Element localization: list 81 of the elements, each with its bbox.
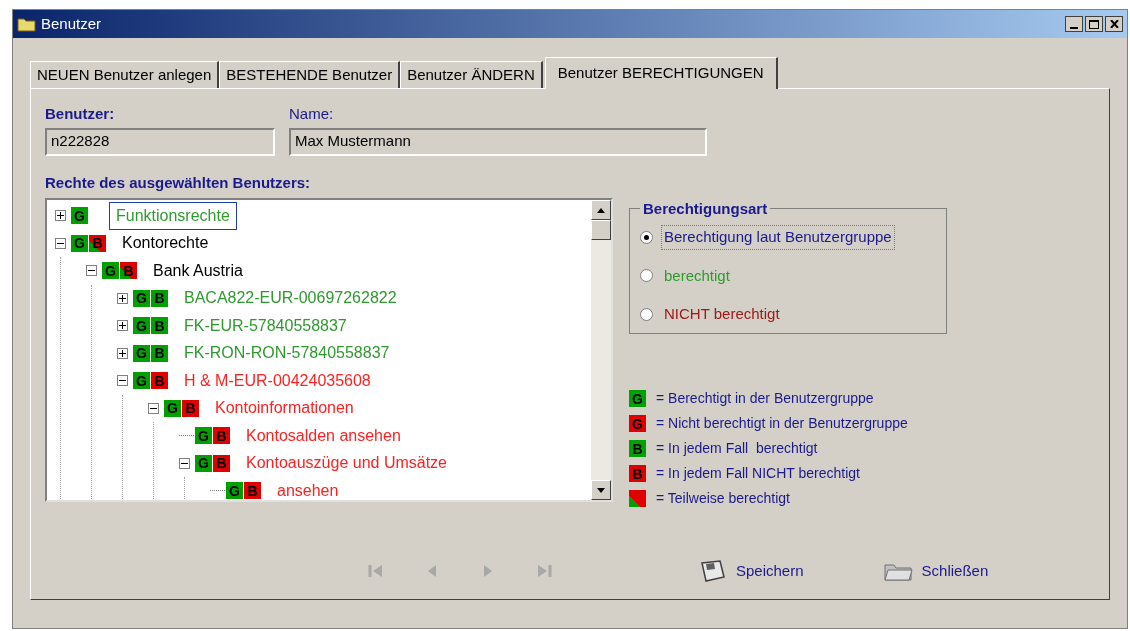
permission-badge: B	[151, 344, 168, 362]
collapse-icon[interactable]	[86, 265, 97, 277]
tab[interactable]: Benutzer BERECHTIGUNGEN	[544, 57, 778, 89]
permission-badge: B	[89, 234, 106, 252]
tree-item[interactable]: Kontoauszüge und Umsätze	[239, 449, 454, 478]
action-link[interactable]: Schließen	[921, 559, 989, 583]
legend-badge: G	[629, 415, 646, 432]
radio-label[interactable]: Berechtigung laut Benutzergruppe	[661, 225, 895, 250]
legend-text: = Teilweise berechtigt	[656, 489, 790, 508]
permission-badge: G	[226, 482, 243, 500]
permission-badge: G	[133, 289, 150, 307]
permission-badge: B	[120, 262, 137, 280]
legend-badge: G	[629, 390, 646, 407]
legend-badge: B	[629, 440, 646, 457]
radio-button[interactable]	[640, 307, 653, 321]
scroll-bar[interactable]	[591, 200, 611, 500]
legend-text: = Berechtigt in der Benutzergruppe	[656, 389, 874, 408]
permission-badge: G	[133, 372, 150, 390]
field-label: Name:	[289, 104, 335, 124]
tree-item[interactable]: Bank Austria	[146, 256, 250, 285]
permission-badge: G	[133, 344, 150, 362]
radio-label[interactable]: NICHT berechtigt	[661, 302, 783, 327]
maximize-button[interactable]	[1085, 16, 1103, 32]
scroll-down-button[interactable]	[591, 480, 611, 500]
tree-item[interactable]: BACA822-EUR-00697262822	[177, 284, 404, 313]
tree-item[interactable]: FK-EUR-57840558837	[177, 311, 354, 340]
expand-icon[interactable]	[117, 347, 128, 359]
up-arrow-icon	[597, 207, 605, 213]
permission-badge: B	[182, 399, 199, 417]
legend-text: = Nicht berechtigt in der Benutzergruppe	[656, 414, 908, 433]
tab[interactable]: BESTEHENDE Benutzer	[219, 61, 401, 88]
permission-badge: B	[151, 372, 168, 390]
permission-badge: B	[213, 454, 230, 472]
scroll-thumb[interactable]	[591, 220, 611, 240]
collapse-icon[interactable]	[179, 457, 190, 469]
folder-icon	[17, 16, 37, 32]
radio-button[interactable]	[640, 230, 653, 244]
input-field[interactable]: n222828	[45, 127, 275, 156]
permission-badge: G	[195, 427, 212, 445]
input-field[interactable]: Max Mustermann	[289, 127, 707, 156]
tree-heading: Rechte des ausgewählten Benutzers:	[45, 172, 312, 193]
minimize-icon	[1070, 27, 1078, 29]
tree-item[interactable]: Funktionsrechte	[109, 201, 237, 230]
permission-badge: G	[71, 234, 88, 252]
tab[interactable]: Benutzer ÄNDERN	[400, 61, 543, 88]
field-label: Benutzer:	[45, 104, 116, 124]
tree-item[interactable]: H & M-EUR-00424035608	[177, 366, 378, 395]
radio-dot-icon	[644, 234, 649, 240]
expand-icon[interactable]	[117, 292, 128, 304]
close-icon	[1109, 20, 1119, 28]
window-title: Benutzer	[41, 13, 102, 34]
minimize-button[interactable]	[1065, 16, 1083, 32]
tree-item[interactable]: FK-RON-RON-57840558837	[177, 339, 397, 368]
legend-text: = In jedem Fall NICHT berechtigt	[656, 464, 860, 483]
close-button[interactable]	[1105, 16, 1123, 32]
maximize-icon	[1089, 19, 1099, 29]
legend-text: = In jedem Fall berechtigt	[656, 439, 818, 458]
down-arrow-icon	[597, 487, 605, 493]
permission-badge: G	[133, 317, 150, 335]
tree-item[interactable]: Kontoinformationen	[208, 394, 361, 423]
expand-icon[interactable]	[117, 320, 128, 332]
collapse-icon[interactable]	[148, 402, 159, 414]
legend-badge: B	[629, 465, 646, 482]
tab[interactable]: NEUEN Benutzer anlegen	[30, 61, 220, 88]
permission-badge: B	[151, 317, 168, 335]
action-link[interactable]: Speichern	[736, 559, 804, 583]
permission-badge: G	[102, 262, 119, 280]
tree-item[interactable]: ansehen	[270, 476, 346, 500]
collapse-icon[interactable]	[55, 237, 66, 249]
permission-badge: G	[71, 207, 88, 225]
expand-icon[interactable]	[55, 210, 66, 222]
permission-badge: B	[151, 289, 168, 307]
tree-item[interactable]: Kontosalden ansehen	[239, 421, 408, 450]
collapse-icon[interactable]	[117, 375, 128, 387]
permission-badge: B	[213, 427, 230, 445]
scroll-up-button[interactable]	[591, 200, 611, 220]
tree-item[interactable]: Kontorechte	[115, 229, 216, 258]
permission-badge: G	[195, 454, 212, 472]
radio-button[interactable]	[640, 269, 653, 283]
permission-badge: B	[244, 482, 261, 500]
permission-badge: G	[164, 399, 181, 417]
